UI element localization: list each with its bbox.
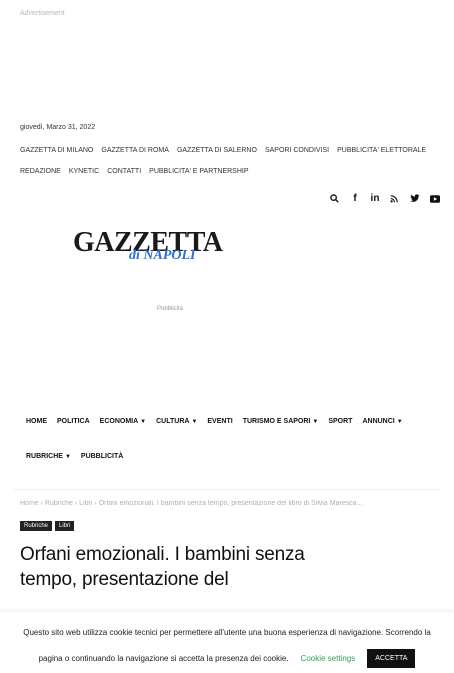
top-link-contatti[interactable]: CONTATTI xyxy=(107,168,141,175)
top-link-kynetic[interactable]: KYNETIC xyxy=(69,168,99,175)
top-link-gazzetta-roma[interactable]: GAZZETTA DI ROMA xyxy=(101,147,169,154)
linkedin-icon[interactable]: in xyxy=(370,193,380,204)
top-link-redazione[interactable]: REDAZIONE xyxy=(20,168,61,175)
cookie-text-continued: pagina o continuando la navigazione si a… xyxy=(38,654,289,663)
main-navigation: HOME POLITICA ECONOMIA ▼ CULTURA ▼ EVENTI … xyxy=(26,418,446,460)
nav-item-rubriche[interactable]: RUBRICHE ▼ xyxy=(26,453,71,460)
top-link-sapori-condivisi[interactable]: SAPORI CONDIVISI xyxy=(265,147,329,154)
divider xyxy=(14,489,440,490)
current-date: giovedì, Marzo 31, 2022 xyxy=(20,124,96,131)
chevron-down-icon: ▼ xyxy=(140,418,147,425)
top-links-bar: GAZZETTA DI MILANO GAZZETTA DI ROMA GAZZ… xyxy=(20,147,440,175)
ad-label: Advertisement xyxy=(20,10,65,17)
social-icons: f in xyxy=(330,193,440,204)
ad-space-label: Pubblicità xyxy=(157,306,184,312)
nav-item-home[interactable]: HOME xyxy=(26,418,47,425)
article-tags: Rubriche Libri xyxy=(20,521,75,531)
top-link-gazzetta-salerno[interactable]: GAZZETTA DI SALERNO xyxy=(177,147,257,154)
chevron-down-icon: ▼ xyxy=(312,418,319,425)
top-link-pubblicita-elettorale[interactable]: PUBBLICITA' ELETTORALE xyxy=(337,147,426,154)
logo-sub-text: di NAPOLI xyxy=(129,248,196,263)
tag-libri[interactable]: Libri xyxy=(55,521,75,531)
cookie-text: Questo sito web utilizza cookie tecnici … xyxy=(23,628,431,637)
twitter-icon[interactable] xyxy=(410,194,420,203)
top-link-gazzetta-milano[interactable]: GAZZETTA DI MILANO xyxy=(20,147,93,154)
accept-cookies-button[interactable]: ACCETTA xyxy=(367,649,416,668)
nav-item-economia[interactable]: ECONOMIA ▼ xyxy=(100,418,146,425)
nav-label: RUBRICHE xyxy=(26,453,63,460)
nav-item-turismo-sapori[interactable]: TURISMO E SAPORI ▼ xyxy=(243,418,319,425)
nav-item-cultura[interactable]: CULTURA ▼ xyxy=(156,418,197,425)
top-link-pubblicita-partnership[interactable]: PUBBLICITA' E PARTNERSHIP xyxy=(149,168,248,175)
chevron-down-icon: ▼ xyxy=(396,418,403,425)
nav-item-eventi[interactable]: EVENTI xyxy=(207,418,232,425)
nav-label: PUBBLICITÀ xyxy=(80,453,124,460)
chevron-down-icon: ▼ xyxy=(191,418,198,425)
nav-item-pubblicita[interactable]: PUBBLICITÀ xyxy=(81,453,123,460)
search-icon[interactable] xyxy=(330,194,340,203)
nav-label: TURISMO E SAPORI xyxy=(242,418,311,425)
cookie-settings-link[interactable]: Cookie settings xyxy=(301,654,356,663)
nav-item-annunci[interactable]: ANNUNCI ▼ xyxy=(362,418,402,425)
facebook-icon[interactable]: f xyxy=(350,193,360,204)
nav-label: ANNUNCI xyxy=(362,418,395,425)
tag-rubriche[interactable]: Rubriche xyxy=(20,521,53,531)
breadcrumb[interactable]: Home › Rubriche › Libri › Orfani emozion… xyxy=(20,500,440,507)
cookie-banner: Questo sito web utilizza cookie tecnici … xyxy=(0,612,454,673)
nav-label: POLITICA xyxy=(57,418,90,425)
article-title: Orfani emozionali. I bambini senza tempo… xyxy=(20,544,305,590)
nav-label: CULTURA xyxy=(156,418,190,425)
nav-label: SPORT xyxy=(328,418,353,425)
nav-label: HOME xyxy=(26,418,47,425)
nav-item-politica[interactable]: POLITICA xyxy=(57,418,90,425)
nav-label: EVENTI xyxy=(207,418,233,425)
rss-icon[interactable] xyxy=(390,194,400,203)
site-logo[interactable]: GAZZETTA di NAPOLI xyxy=(73,227,223,277)
nav-item-sport[interactable]: SPORT xyxy=(328,418,352,425)
chevron-down-icon: ▼ xyxy=(64,453,71,460)
nav-label: ECONOMIA xyxy=(99,418,139,425)
youtube-icon[interactable] xyxy=(430,194,440,203)
